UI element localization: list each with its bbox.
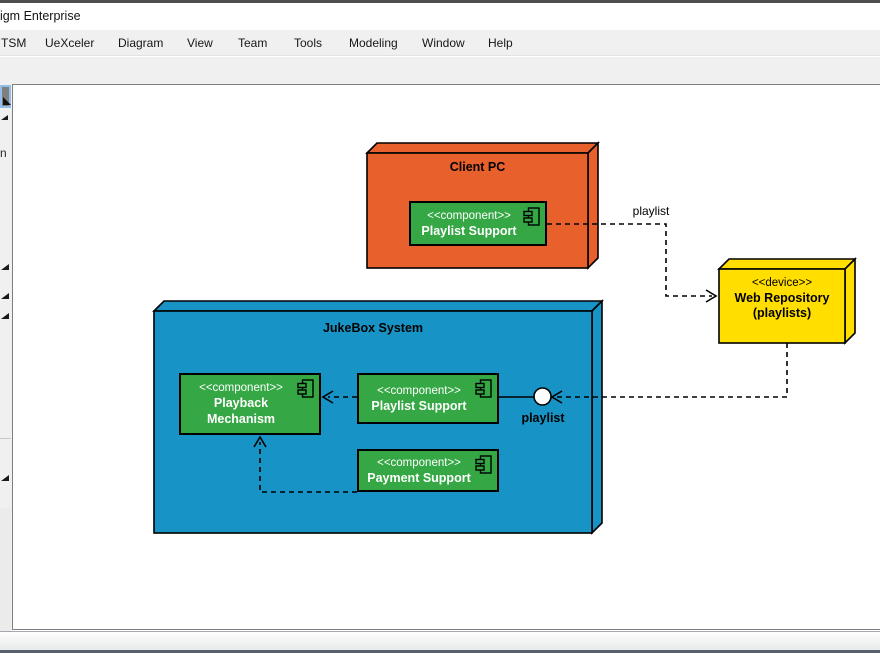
jukebox-top-face[interactable] xyxy=(154,301,602,311)
jukebox-side-face[interactable] xyxy=(592,301,602,533)
web-repository-name: Web Repository xyxy=(719,291,845,306)
web-repository-subtitle: (playlists) xyxy=(719,306,845,321)
component-icon xyxy=(523,207,540,226)
window-bottom-gap xyxy=(0,653,880,658)
interface-circle[interactable] xyxy=(534,388,551,405)
status-bar xyxy=(0,631,880,650)
component-name: Playlist Support xyxy=(421,223,516,239)
interface-label-playlist[interactable]: playlist xyxy=(493,411,593,425)
component-stereotype: <<component>> xyxy=(427,209,511,223)
connector-label-playlist[interactable]: playlist xyxy=(601,204,701,218)
component-stereotype: <<component>> xyxy=(377,456,461,470)
component-payment-support[interactable]: <<component>> Payment Support xyxy=(357,449,499,492)
jukebox-title[interactable]: JukeBox System xyxy=(154,321,592,335)
client-pc-side-face[interactable] xyxy=(588,143,598,268)
component-name: Playlist Support xyxy=(371,398,466,414)
component-icon xyxy=(475,455,492,474)
web-repository-side-face[interactable] xyxy=(845,259,855,343)
web-repository-label[interactable]: <<device>> Web Repository (playlists) xyxy=(719,276,845,321)
client-pc-top-face[interactable] xyxy=(367,143,598,153)
web-repository-top-face[interactable] xyxy=(719,259,855,269)
component-stereotype: <<component>> xyxy=(199,381,283,395)
component-playback-mechanism[interactable]: <<component>> Playback Mechanism xyxy=(179,373,321,435)
component-icon xyxy=(297,379,314,398)
component-icon xyxy=(475,379,492,398)
component-playlist-support-jukebox[interactable]: <<component>> Playlist Support xyxy=(357,373,499,424)
client-pc-title[interactable]: Client PC xyxy=(367,160,588,174)
component-name: Payment Support xyxy=(367,470,471,486)
component-name: Playback Mechanism xyxy=(189,395,293,427)
component-stereotype: <<component>> xyxy=(377,384,461,398)
device-stereotype: <<device>> xyxy=(719,276,845,291)
component-playlist-support-client[interactable]: <<component>> Playlist Support xyxy=(409,201,547,246)
